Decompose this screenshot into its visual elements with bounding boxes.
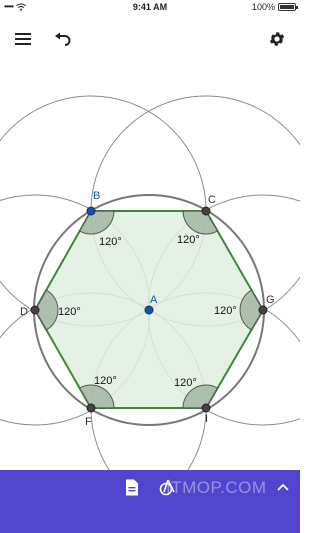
point-c[interactable] xyxy=(201,206,211,216)
battery-area: 100% xyxy=(251,2,298,12)
angle-label-i: 120° xyxy=(174,377,197,389)
algebra-view-button[interactable] xyxy=(121,476,143,498)
expand-button[interactable] xyxy=(272,476,294,498)
point-i[interactable] xyxy=(201,403,211,413)
battery-icon xyxy=(278,3,298,11)
graphics-canvas[interactable]: 120° 120° 120° 120° 120° 120° B C A D G … xyxy=(0,62,320,524)
point-a[interactable] xyxy=(144,305,154,315)
point-label-f: F xyxy=(85,416,92,428)
chevron-up-icon xyxy=(277,483,289,491)
construction-drawing: 120° 120° 120° 120° 120° 120° B C A D G … xyxy=(0,95,320,524)
point-label-c: C xyxy=(208,194,216,206)
point-label-b: B xyxy=(93,190,100,202)
bottom-bar: ITMOP.COM xyxy=(0,470,300,533)
point-g[interactable] xyxy=(258,305,268,315)
point-label-i: I xyxy=(205,413,208,425)
undo-icon xyxy=(55,32,71,46)
watermark: ITMOP.COM xyxy=(166,478,267,497)
point-label-a: A xyxy=(150,294,158,306)
point-d[interactable] xyxy=(30,305,40,315)
angle-label-c: 120° xyxy=(177,234,200,246)
angle-label-b: 120° xyxy=(99,236,122,248)
angle-label-f: 120° xyxy=(94,375,117,387)
undo-button[interactable] xyxy=(52,28,74,50)
angle-label-d: 120° xyxy=(58,306,81,318)
angle-label-g: 120° xyxy=(214,305,237,317)
menu-button[interactable] xyxy=(12,28,34,50)
hamburger-menu-icon xyxy=(15,33,31,45)
gear-icon xyxy=(269,32,285,46)
battery-percent: 100% xyxy=(251,2,275,12)
status-bar: ••••• 9:41 AM 100% xyxy=(0,0,300,14)
point-label-d: D xyxy=(20,306,28,318)
point-f[interactable] xyxy=(86,403,96,413)
settings-button[interactable] xyxy=(266,28,288,50)
top-toolbar xyxy=(0,24,300,54)
point-label-g: G xyxy=(266,294,275,306)
document-icon xyxy=(126,479,138,495)
point-b[interactable] xyxy=(86,206,96,216)
